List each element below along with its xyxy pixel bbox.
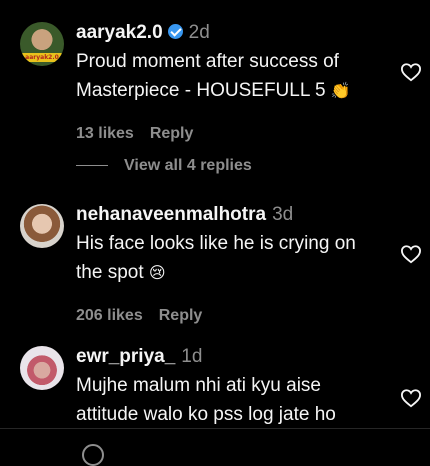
comment-text: Mujhe malum nhi ati kyu aise attitude wa… bbox=[76, 371, 390, 429]
comment-time: 1d bbox=[181, 346, 203, 367]
view-replies-button[interactable]: View all 4 replies bbox=[76, 157, 252, 177]
avatar-tag-text: aaryak2.0 bbox=[22, 53, 62, 62]
reply-button[interactable]: Reply bbox=[150, 125, 194, 142]
avatar[interactable] bbox=[20, 204, 64, 248]
replies-divider-line bbox=[76, 165, 108, 167]
comment-text-line: Proud moment after success of bbox=[76, 51, 339, 72]
comment-time: 2d bbox=[188, 22, 210, 43]
comment-text-line: Mujhe malum nhi ati kyu aise bbox=[76, 375, 321, 396]
comment-text-line: Masterpiece - HOUSEFULL 5 bbox=[76, 80, 326, 101]
comment-text: His face looks like he is crying on the … bbox=[76, 229, 390, 287]
heart-icon[interactable] bbox=[400, 62, 422, 82]
heart-icon[interactable] bbox=[400, 388, 422, 408]
clap-emoji: 👏 bbox=[330, 81, 351, 100]
avatar[interactable]: aaryak2.0 bbox=[20, 22, 64, 66]
crying-emoji: 😢 bbox=[148, 263, 166, 282]
view-replies-label: View all 4 replies bbox=[124, 157, 252, 174]
comment-username[interactable]: aaryak2.0 bbox=[76, 22, 163, 43]
likes-count[interactable]: 13 likes bbox=[76, 125, 134, 142]
comment-text-line: His face looks like he is crying on bbox=[76, 233, 356, 254]
comment-text-line: attitude walo ko pss log jate ho bbox=[76, 404, 336, 425]
comment-text: Proud moment after success of Masterpiec… bbox=[76, 47, 390, 105]
reply-button[interactable]: Reply bbox=[159, 307, 203, 324]
comment-text-line: the spot bbox=[76, 262, 144, 283]
heart-icon[interactable] bbox=[400, 244, 422, 264]
verified-badge-icon bbox=[167, 24, 183, 39]
comment-username[interactable]: ewr_priya_ bbox=[76, 346, 175, 367]
comment-username[interactable]: nehanaveenmalhotra bbox=[76, 204, 266, 225]
bottom-divider bbox=[0, 428, 430, 429]
likes-count[interactable]: 206 likes bbox=[76, 307, 143, 324]
avatar[interactable] bbox=[20, 346, 64, 390]
comment-time: 3d bbox=[272, 204, 294, 225]
next-avatar-peek bbox=[82, 444, 104, 466]
